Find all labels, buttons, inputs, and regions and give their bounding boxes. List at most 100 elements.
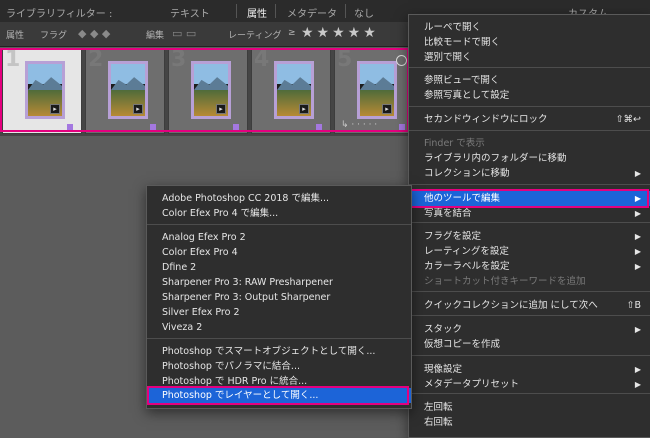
submenu-item[interactable]: Sharpener Pro 3: Output Sharpener (147, 290, 411, 305)
menu-item-label: Silver Efex Pro 2 (162, 307, 240, 318)
color-label-icon (67, 124, 73, 130)
menu-divider (147, 224, 411, 225)
edit-label: 編集 (146, 31, 165, 41)
submenu-item[interactable]: Color Efex Pro 4 で編集... (147, 206, 411, 221)
menu-divider (409, 315, 650, 316)
photo-thumbnail[interactable]: ▸ (108, 61, 148, 119)
submenu-item[interactable]: Silver Efex Pro 2 (147, 305, 411, 320)
submenu-arrow-icon: ▶ (634, 169, 641, 178)
menu-divider (409, 130, 650, 131)
context-menu-item[interactable]: 右回転 (409, 415, 650, 430)
menu-item-label: メタデータプリセット (424, 379, 520, 390)
menu-item-label: Sharpener Pro 3: RAW Presharpener (162, 277, 333, 288)
menu-item-label: Photoshop でスマートオブジェクトとして開く... (162, 346, 376, 357)
context-menu-item[interactable]: カラーラベルを設定 ▶ (409, 259, 650, 274)
filmstrip-cell[interactable]: 3 ▸ (168, 47, 248, 134)
stack-indicator-icon[interactable]: ↳ · · · · · (341, 120, 377, 130)
context-menu-item[interactable]: コレクションに移動 ▶ (409, 166, 650, 181)
context-menu-item[interactable]: 仮想コピーを作成 (409, 337, 650, 352)
submenu-arrow-icon: ▶ (634, 232, 641, 241)
menu-item-label: カラーラベルを設定 (424, 261, 510, 272)
context-menu-item[interactable]: ライブラリ内のフォルダーに移動 (409, 151, 650, 166)
submenu-item[interactable]: Dfine 2 (147, 260, 411, 275)
context-menu-item[interactable]: 左回転 (409, 400, 650, 415)
filter-tab-divider (345, 4, 346, 18)
edit-filter-icons[interactable]: ▭ ▭ (172, 27, 196, 40)
context-menu: ルーペで開く 比較モードで開く 選別で開く 参照ビューで開く 参照写真として設定 セカンド… (408, 14, 650, 438)
menu-item-label: Analog Efex Pro 2 (162, 232, 246, 243)
menu-item-label: 仮想コピーを作成 (424, 339, 501, 350)
menu-item-label: Color Efex Pro 4 (162, 247, 238, 258)
filter-tab-divider (275, 4, 276, 18)
menu-item-label: Photoshop でパノラマに結合... (162, 361, 300, 372)
submenu-arrow-icon: ▶ (634, 247, 641, 256)
menu-divider (409, 222, 650, 223)
context-menu-item[interactable]: メタデータプリセット ▶ (409, 377, 650, 392)
submenu-arrow-icon: ▶ (634, 365, 641, 374)
filmstrip-cell[interactable]: 4 ▸ (251, 47, 331, 134)
submenu-item[interactable]: Photoshop でスマートオブジェクトとして開く... (147, 344, 411, 359)
filmstrip-cell[interactable]: 5 ▸ ↳ · · · · · (334, 47, 414, 134)
flag-filter-icons[interactable]: ◆ ◆ ◆ (78, 27, 110, 40)
menu-item-label: 左回転 (424, 402, 453, 413)
menu-item-label: ルーペで開く (424, 22, 482, 33)
submenu-item[interactable]: Photoshop でレイヤーとして開く... (147, 388, 411, 403)
menu-item-label: セカンドウィンドウにロック (424, 114, 548, 125)
menu-item-label: ショートカット付きキーワードを追加 (424, 276, 586, 287)
submenu-item[interactable]: Sharpener Pro 3: RAW Presharpener (147, 275, 411, 290)
photo-thumbnail[interactable]: ▸ (274, 61, 314, 119)
menu-item-label: 現像設定 (424, 364, 463, 375)
photo-thumbnail[interactable]: ▸ (357, 61, 397, 119)
library-filter-label: ライブラリフィルター : (6, 9, 113, 20)
filmstrip-cell[interactable]: 1 ▸ (2, 47, 82, 134)
menu-item-label: レーティングを設定 (424, 246, 509, 257)
submenu-item[interactable]: Analog Efex Pro 2 (147, 230, 411, 245)
menu-item-label: Dfine 2 (162, 262, 197, 273)
photo-thumbnail[interactable]: ▸ (191, 61, 231, 119)
rating-label: レーティング (228, 31, 282, 41)
color-label-icon (233, 124, 239, 130)
menu-item-label: 他のツールで編集 (424, 193, 501, 204)
submenu-arrow-icon: ▶ (634, 380, 641, 389)
cell-index-number: 4 (254, 47, 270, 72)
menu-item-label: コレクションに移動 (424, 168, 510, 179)
context-menu-item[interactable]: レーティングを設定 ▶ (409, 244, 650, 259)
menu-divider (409, 67, 650, 68)
filter-tab-divider (236, 4, 237, 18)
filmstrip-cell[interactable]: 2 ▸ (85, 47, 165, 134)
context-menu-item[interactable]: 写真を結合 ▶ (409, 206, 650, 221)
context-menu-item[interactable]: セカンドウィンドウにロック ⇧⌘↩ (409, 112, 650, 127)
rating-operator[interactable]: ≥ (288, 28, 296, 38)
context-menu-item[interactable]: 参照ビューで開く (409, 73, 650, 88)
context-menu-item[interactable]: フラグを設定 ▶ (409, 229, 650, 244)
context-menu-item[interactable]: 選別で開く (409, 50, 650, 65)
menu-divider (147, 338, 411, 339)
submenu-item[interactable]: Viveza 2 (147, 320, 411, 335)
photo-thumbnail[interactable]: ▸ (25, 61, 65, 119)
filter-tab-none[interactable]: なし (354, 5, 374, 20)
filter-tab-attribute[interactable]: 属性 (247, 5, 267, 20)
context-menu-item[interactable]: 参照写真として設定 (409, 88, 650, 103)
context-menu-item[interactable]: ルーペで開く (409, 20, 650, 35)
filter-tab-text[interactable]: テキスト (170, 5, 210, 20)
submenu-item[interactable]: Photoshop でパノラマに結合... (147, 359, 411, 374)
menu-item-label: クイックコレクションに追加 にして次へ (424, 300, 598, 311)
menu-item-label: Photoshop で HDR Pro に統合... (162, 376, 308, 387)
submenu-item[interactable]: Photoshop で HDR Pro に統合... (147, 374, 411, 389)
submenu-item[interactable]: Color Efex Pro 4 (147, 245, 411, 260)
select-circle-icon[interactable] (396, 55, 407, 66)
menu-item-label: 写真を結合 (424, 208, 472, 219)
color-label-icon (150, 124, 156, 130)
rating-stars[interactable]: ★★★★★ (301, 25, 379, 41)
submenu-item[interactable]: Adobe Photoshop CC 2018 で編集... (147, 191, 411, 206)
filter-tab-metadata[interactable]: メタデータ (287, 5, 337, 20)
menu-item-label: フラグを設定 (424, 231, 482, 242)
context-menu-item[interactable]: 現像設定 ▶ (409, 362, 650, 377)
color-label-icon (399, 124, 405, 130)
context-menu-item[interactable]: 他のツールで編集 ▶ (409, 191, 650, 206)
context-menu-item[interactable]: クイックコレクションに追加 にして次へ ⇧B (409, 298, 650, 313)
menu-item-label: Viveza 2 (162, 322, 203, 333)
menu-item-label: 比較モードで開く (424, 37, 501, 48)
context-menu-item[interactable]: 比較モードで開く (409, 35, 650, 50)
context-menu-item[interactable]: スタック ▶ (409, 322, 650, 337)
